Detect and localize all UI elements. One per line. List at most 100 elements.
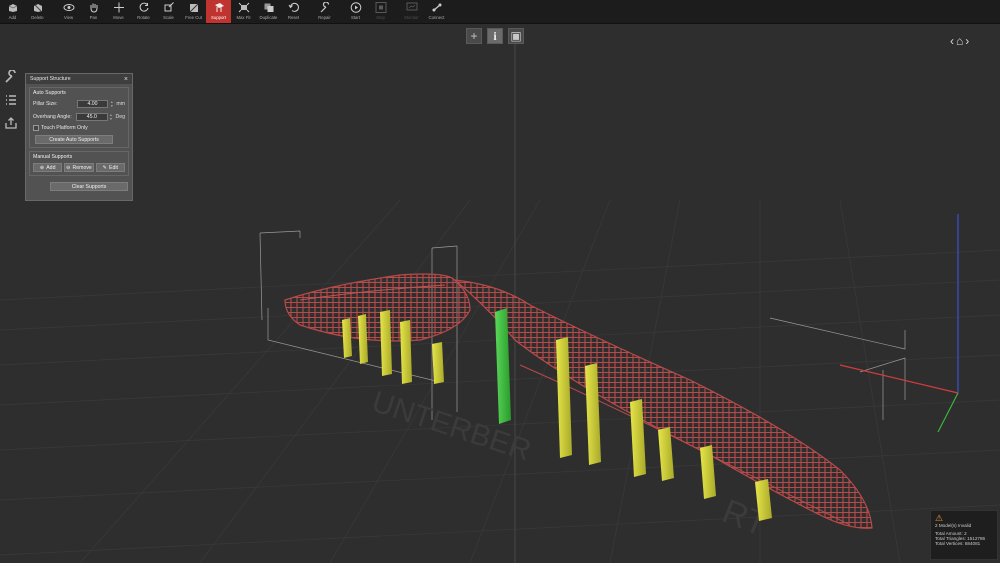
touch-platform-checkbox[interactable]: Touch Platform Only — [33, 125, 125, 131]
clear-supports-button[interactable]: Clear Supports — [50, 182, 128, 191]
delete-button[interactable]: Delete — [25, 0, 50, 23]
chevron-left-icon[interactable]: ‹ — [950, 34, 954, 48]
stop-button[interactable]: Stop — [368, 0, 393, 23]
start-button[interactable]: Start — [343, 0, 368, 23]
add-support-button[interactable]: ⊕ Add — [33, 163, 63, 172]
pillar-size-input[interactable]: 4.00 — [76, 99, 109, 108]
free-cut-button[interactable]: Free Cut — [181, 0, 206, 23]
overhang-angle-label: Overhang Angle: — [33, 113, 72, 120]
support-pillar[interactable] — [380, 310, 392, 376]
pan-label: Pan — [89, 15, 98, 20]
auto-supports-title: Auto Supports — [33, 90, 66, 96]
reset-button[interactable]: Reset — [281, 0, 306, 23]
pillar-size-unit: mm — [116, 100, 125, 107]
panel-header: Support Structure × — [26, 74, 132, 84]
panel-title: Support Structure — [30, 76, 71, 82]
free-cut-icon — [188, 2, 200, 13]
repair-label: Repair — [318, 15, 331, 20]
manual-supports-title: Manual Supports — [33, 154, 73, 160]
overhang-angle-stepper[interactable]: ▲ ▼ — [110, 113, 114, 121]
max-fit-label: Max Fit — [236, 15, 251, 20]
side-toolbar — [0, 69, 22, 130]
rotate-button[interactable]: Rotate — [131, 0, 156, 23]
camera-nav: ‹ ⌂ › — [950, 34, 969, 48]
rotate-icon — [138, 2, 150, 13]
pillar-size-label: Pillar Size: — [33, 100, 58, 107]
plus-circle-icon: ⊕ — [39, 164, 45, 171]
3d-viewport[interactable]: UNTERBER RT — [0, 24, 1000, 563]
save-icon: ▣ — [510, 29, 522, 43]
remove-support-button[interactable]: ⊖ Remove — [64, 163, 94, 172]
move-icon — [113, 2, 125, 13]
stop-label: Stop — [376, 15, 385, 20]
support-button[interactable]: Support — [206, 0, 231, 23]
support-pillar[interactable] — [400, 320, 412, 384]
overhang-angle-input[interactable]: 45.0 — [76, 112, 108, 121]
connect-icon — [431, 2, 443, 13]
home-icon[interactable]: ⌂ — [956, 34, 963, 48]
scene-canvas: UNTERBER RT — [0, 44, 1000, 563]
pillar-size-row: Pillar Size: 4.00 ▲ ▼ mm — [33, 99, 125, 108]
create-auto-supports-button[interactable]: Create Auto Supports — [35, 135, 113, 144]
support-pillar[interactable] — [432, 342, 444, 384]
overhang-angle-unit: Deg — [115, 113, 125, 120]
total-vertices-text: Total Vertices: 684081 — [935, 541, 981, 546]
export-icon[interactable] — [4, 116, 18, 130]
list-icon[interactable] — [4, 93, 18, 107]
overhang-angle-row: Overhang Angle: 45.0 ▲ ▼ Deg — [33, 112, 125, 121]
support-label: Support — [210, 15, 227, 20]
scale-button[interactable]: Scale — [156, 0, 181, 23]
close-icon[interactable]: × — [124, 76, 128, 83]
view-mode-buttons: + i ▣ — [466, 28, 524, 44]
add-view-button[interactable]: + — [466, 28, 482, 44]
view-button[interactable]: View — [56, 0, 81, 23]
scale-icon — [163, 2, 175, 13]
view-label: View — [63, 15, 74, 20]
add-button[interactable]: Add — [0, 0, 25, 23]
info-icon: i — [493, 28, 497, 43]
repair-button[interactable]: Repair — [312, 0, 337, 23]
connect-button[interactable]: Connect — [424, 0, 449, 23]
add-support-label: Add — [46, 164, 56, 171]
delete-icon — [32, 2, 44, 13]
auto-supports-group: Auto Supports Pillar Size: 4.00 ▲ ▼ mm Ov… — [29, 87, 129, 148]
duplicate-button[interactable]: Duplicate — [256, 0, 281, 23]
plus-icon: + — [470, 29, 478, 43]
pan-button[interactable]: Pan — [81, 0, 106, 23]
manual-supports-group: Manual Supports ⊕ Add ⊖ Remove ✎ Edit — [29, 151, 129, 176]
scale-label: Scale — [163, 15, 174, 20]
stop-icon — [375, 2, 387, 13]
delete-label: Delete — [31, 15, 44, 20]
move-label: Move — [113, 15, 124, 20]
eye-icon — [63, 2, 75, 13]
start-label: Start — [350, 15, 361, 20]
rotate-label: Rotate — [137, 15, 150, 20]
monitor-button[interactable]: Monitor — [399, 0, 424, 23]
duplicate-icon — [263, 2, 275, 13]
save-view-button[interactable]: ▣ — [508, 28, 524, 44]
max-fit-button[interactable]: Max Fit — [231, 0, 256, 23]
chevron-right-icon[interactable]: › — [965, 34, 969, 48]
connect-label: Connect — [428, 15, 445, 20]
support-structure-panel: Support Structure × Auto Supports Pillar… — [25, 73, 133, 201]
monitor-icon — [406, 2, 418, 13]
info-view-button[interactable]: i — [487, 28, 503, 44]
remove-support-label: Remove — [72, 164, 92, 171]
edit-support-button[interactable]: ✎ Edit — [95, 163, 125, 172]
invalid-models-text: 2 Model(s) Invalid — [935, 523, 972, 528]
pillar-size-stepper[interactable]: ▲ ▼ — [110, 100, 114, 108]
max-fit-icon — [238, 2, 250, 13]
wrench-side-icon[interactable] — [4, 69, 18, 84]
checkbox-box[interactable] — [33, 125, 39, 131]
wrench-icon — [319, 2, 331, 13]
minus-circle-icon: ⊖ — [66, 164, 71, 171]
hand-icon — [88, 2, 100, 13]
pencil-icon: ✎ — [102, 164, 108, 171]
status-panel: ⚠ 2 Model(s) Invalid Total Amount: 2 Tot… — [930, 510, 998, 560]
toolbar: Add Delete View Pan Move Rotate Scale Fr… — [0, 0, 1000, 24]
move-button[interactable]: Move — [106, 0, 131, 23]
duplicate-label: Duplicate — [259, 15, 278, 20]
axis-gizmo — [839, 214, 959, 433]
monitor-label: Monitor — [404, 15, 419, 20]
free-cut-label: Free Cut — [185, 15, 202, 20]
